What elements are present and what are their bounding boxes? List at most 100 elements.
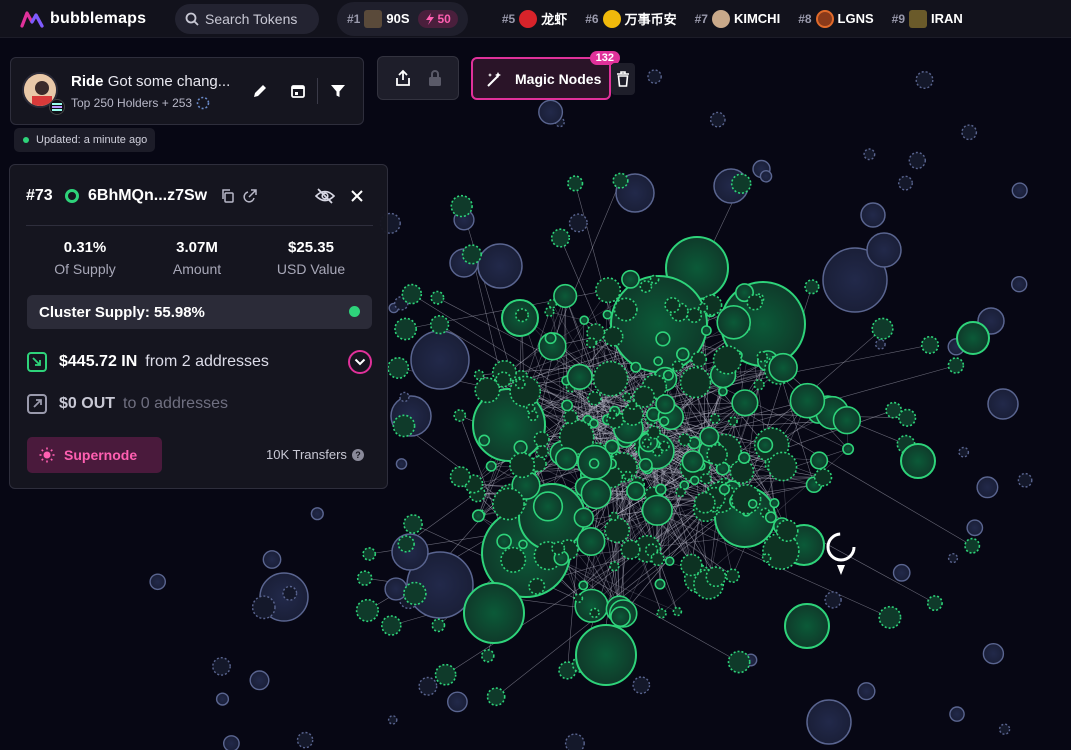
close-panel-button[interactable] <box>348 187 366 205</box>
holder-bubble[interactable] <box>646 425 661 440</box>
holder-bubble[interactable] <box>718 483 731 496</box>
holder-bubble[interactable] <box>249 670 270 691</box>
holder-bubble[interactable] <box>592 360 629 397</box>
holder-bubble[interactable] <box>769 498 780 509</box>
holder-bubble[interactable] <box>282 585 298 601</box>
holder-bubble[interactable] <box>679 553 703 577</box>
holder-bubble[interactable] <box>756 350 769 363</box>
holder-bubble[interactable] <box>394 317 418 341</box>
holder-bubble[interactable] <box>647 69 662 84</box>
holder-bubble[interactable] <box>550 228 571 248</box>
holder-bubble[interactable] <box>900 443 936 479</box>
holder-bubble[interactable] <box>958 446 970 458</box>
holder-bubble[interactable] <box>966 519 984 537</box>
inflow-row[interactable]: $445.72 IN from 2 addresses <box>27 352 269 372</box>
holder-bubble[interactable] <box>509 375 542 408</box>
holder-bubble[interactable] <box>589 418 599 429</box>
holder-bubble[interactable] <box>609 561 620 572</box>
holder-bubble[interactable] <box>898 175 914 191</box>
holder-bubble[interactable] <box>610 606 631 628</box>
holder-bubble[interactable] <box>746 293 764 311</box>
holder-bubble[interactable] <box>878 605 902 629</box>
holder-bubble[interactable] <box>775 519 799 543</box>
holder-bubble[interactable] <box>804 279 820 295</box>
holder-bubble[interactable] <box>659 416 670 427</box>
holder-bubble[interactable] <box>761 553 772 563</box>
holder-bubble[interactable] <box>730 173 752 194</box>
holder-bubble[interactable] <box>492 487 525 521</box>
holder-bubble[interactable] <box>656 608 667 619</box>
holder-bubble[interactable] <box>690 351 708 368</box>
holder-bubble[interactable] <box>401 283 423 305</box>
holder-bubble[interactable] <box>567 175 584 192</box>
holder-bubble[interactable] <box>387 715 398 725</box>
holder-bubble[interactable] <box>500 546 527 573</box>
holder-bubble[interactable] <box>842 442 855 455</box>
holder-bubble[interactable] <box>622 392 632 402</box>
holder-bubble[interactable] <box>737 451 751 464</box>
holder-bubble[interactable] <box>768 352 798 383</box>
holder-bubble[interactable] <box>463 582 525 644</box>
holder-bubble[interactable] <box>730 484 762 515</box>
holder-bubble[interactable] <box>1011 182 1028 199</box>
holder-bubble[interactable] <box>485 460 497 472</box>
holder-bubble[interactable] <box>580 478 612 510</box>
holder-bubble[interactable] <box>553 283 578 309</box>
holder-bubble[interactable] <box>681 450 705 473</box>
holder-bubble[interactable] <box>533 431 550 448</box>
holder-bubble[interactable] <box>767 451 798 482</box>
holder-bubble[interactable] <box>355 598 380 623</box>
holder-bubble[interactable] <box>947 552 959 564</box>
holder-bubble[interactable] <box>652 446 663 457</box>
holder-bubble[interactable] <box>251 595 276 620</box>
node-address[interactable]: 6BhMQn...z7Sw <box>88 187 207 205</box>
holder-bubble[interactable] <box>212 657 231 676</box>
filter-button[interactable] <box>327 80 349 102</box>
holder-bubble[interactable] <box>612 172 629 189</box>
trending-item-8[interactable]: #8 LGNS <box>798 9 874 28</box>
holder-bubble[interactable] <box>908 151 926 170</box>
holder-bubble[interactable] <box>450 194 473 218</box>
holder-bubble[interactable] <box>712 345 743 375</box>
holder-bubble[interactable] <box>813 468 833 487</box>
holder-bubble[interactable] <box>392 414 416 438</box>
magic-nodes-button[interactable]: Magic Nodes 132 <box>471 51 620 100</box>
holder-bubble[interactable] <box>832 406 862 435</box>
holder-bubble[interactable] <box>926 595 943 612</box>
holder-bubble[interactable] <box>650 551 665 567</box>
holder-bubble[interactable] <box>395 458 408 470</box>
holder-bubble[interactable] <box>262 550 282 569</box>
holder-bubble[interactable] <box>527 410 539 422</box>
boost-badge[interactable]: 50 <box>417 9 458 28</box>
holder-bubble[interactable] <box>554 447 578 471</box>
holder-bubble[interactable] <box>513 440 528 455</box>
holder-bubble[interactable] <box>653 356 664 367</box>
holder-bubble[interactable] <box>654 483 667 496</box>
holder-bubble[interactable] <box>622 470 633 481</box>
holder-bubble[interactable] <box>976 476 999 499</box>
holder-bubble[interactable] <box>693 491 716 514</box>
holder-bubble[interactable] <box>705 566 727 588</box>
cluster-supply-row[interactable]: Cluster Supply: 55.98% <box>27 295 372 329</box>
holder-bubble[interactable] <box>149 573 166 591</box>
holder-bubble[interactable] <box>699 426 720 447</box>
holder-bubble[interactable] <box>675 347 690 362</box>
holder-bubble[interactable] <box>639 280 653 293</box>
holder-bubble[interactable] <box>223 735 240 750</box>
holder-bubble[interactable] <box>296 731 314 749</box>
holder-bubble[interactable] <box>1017 472 1033 488</box>
trending-item-1[interactable]: #1 90S 50 <box>337 1 468 36</box>
holder-bubble[interactable] <box>613 297 638 322</box>
open-explorer-button[interactable] <box>241 187 259 205</box>
holder-bubble[interactable] <box>857 682 876 701</box>
holder-bubble[interactable] <box>706 443 728 466</box>
holder-bubble[interactable] <box>727 650 751 674</box>
holder-bubble[interactable] <box>461 244 483 265</box>
holder-bubble[interactable] <box>961 124 978 141</box>
holder-bubble[interactable] <box>654 578 666 590</box>
holder-bubble[interactable] <box>759 169 773 183</box>
holder-bubble[interactable] <box>898 408 917 427</box>
holder-bubble[interactable] <box>709 413 721 425</box>
holder-bubble[interactable] <box>453 409 467 422</box>
holder-bubble[interactable] <box>403 581 427 606</box>
